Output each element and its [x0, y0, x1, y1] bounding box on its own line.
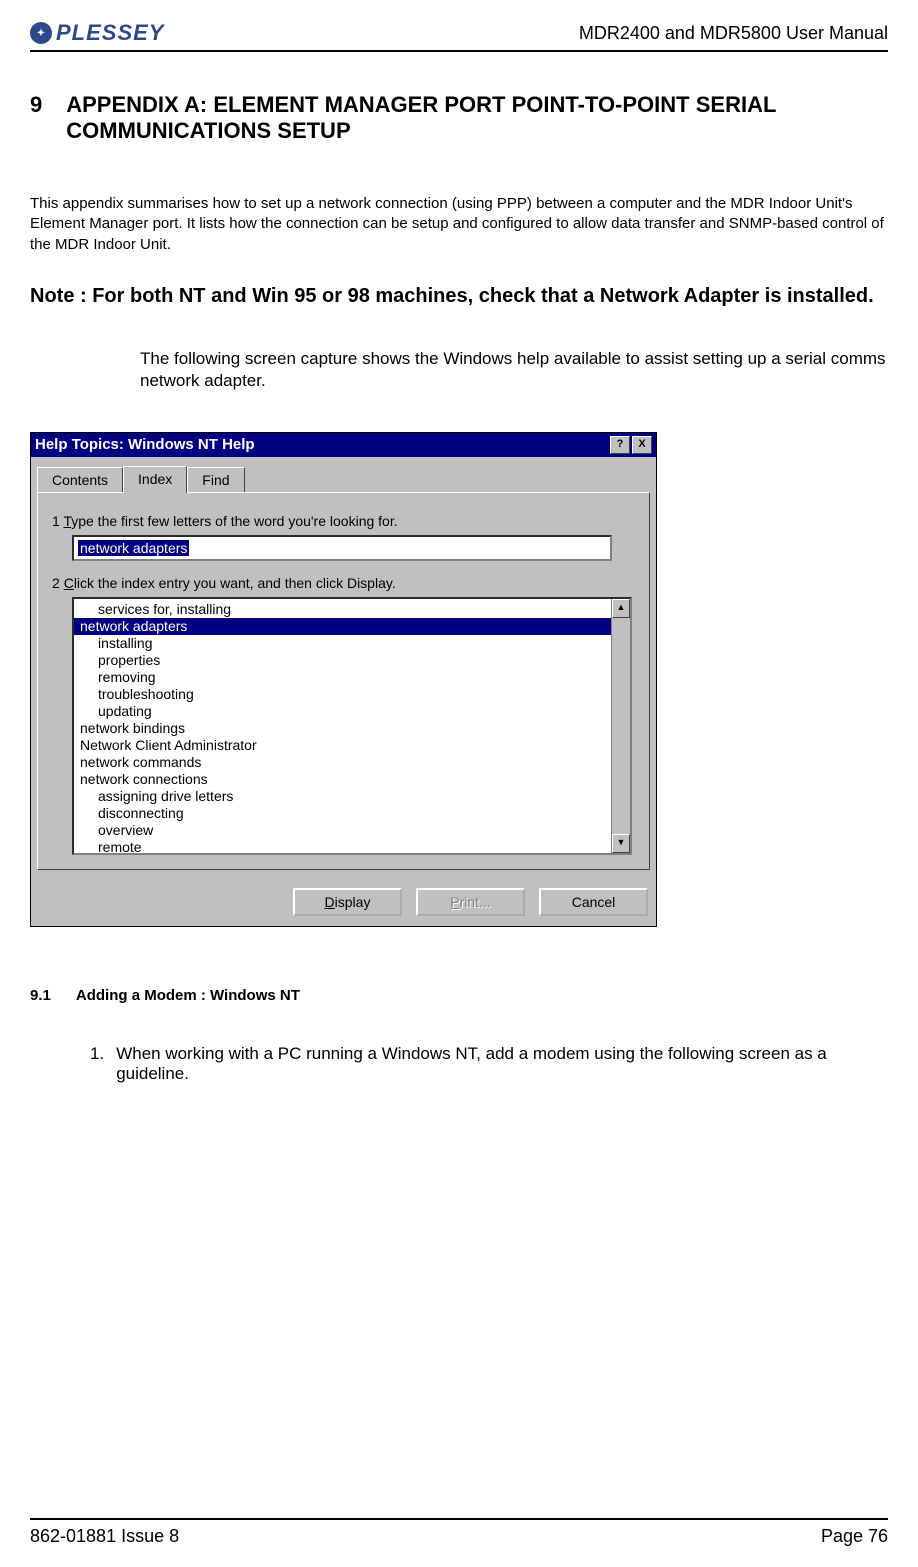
subsection-number: 9.1 [30, 987, 51, 1004]
display-label: isplay [335, 894, 371, 910]
print-hotkey: P [450, 894, 459, 910]
cancel-button[interactable]: Cancel [539, 888, 648, 916]
section-title: APPENDIX A: ELEMENT MANAGER PORT POINT-T… [66, 92, 888, 144]
step-2-hotkey: C [64, 575, 74, 591]
note-heading: Note : For both NT and Win 95 or 98 mach… [30, 285, 888, 308]
list-item[interactable]: assigning drive letters [74, 788, 611, 805]
display-hotkey: D [325, 894, 335, 910]
step-1-text: ype the first few letters of the word yo… [71, 513, 397, 529]
body-paragraph: The following screen capture shows the W… [140, 348, 888, 392]
scroll-up-button[interactable]: ▲ [612, 599, 630, 618]
numbered-list: 1. When working with a PC running a Wind… [90, 1044, 888, 1084]
search-input-value: network adapters [78, 540, 189, 556]
section-number: 9 [30, 92, 42, 144]
footer-right: Page 76 [821, 1526, 888, 1547]
list-item[interactable]: network connections [74, 771, 611, 788]
list-item[interactable]: services for, installing [74, 601, 611, 618]
tab-row: Contents Index Find [31, 457, 656, 492]
list-item-text: When working with a PC running a Windows… [116, 1044, 888, 1084]
step-2-prefix: 2 [52, 575, 64, 591]
tab-find[interactable]: Find [187, 467, 244, 492]
list-item: 1. When working with a PC running a Wind… [90, 1044, 888, 1084]
list-item[interactable]: overview [74, 822, 611, 839]
section-heading: 9 APPENDIX A: ELEMENT MANAGER PORT POINT… [30, 92, 888, 144]
list-item[interactable]: installing [74, 635, 611, 652]
button-row: Display Print... Cancel [31, 876, 656, 926]
help-button[interactable]: ? [610, 436, 630, 454]
step-1-prefix: 1 [52, 513, 63, 529]
help-window: Help Topics: Windows NT Help ? X Content… [30, 432, 657, 927]
list-item[interactable]: Network Client Administrator [74, 737, 611, 754]
list-item[interactable]: network adapters [74, 618, 611, 635]
step-1: 1 Type the first few letters of the word… [52, 513, 635, 529]
index-listbox[interactable]: services for, installingnetwork adapters… [74, 599, 611, 853]
search-input[interactable]: network adapters [72, 535, 612, 561]
list-item[interactable]: removing [74, 669, 611, 686]
print-button[interactable]: Print... [416, 888, 525, 916]
list-item[interactable]: network bindings [74, 720, 611, 737]
display-button[interactable]: Display [293, 888, 402, 916]
list-item[interactable]: updating [74, 703, 611, 720]
scroll-down-button[interactable]: ▼ [612, 834, 630, 853]
page-footer: 862-01881 Issue 8 Page 76 [30, 1518, 888, 1547]
intro-paragraph: This appendix summarises how to set up a… [30, 194, 888, 255]
scrollbar[interactable]: ▲ ▼ [611, 599, 630, 853]
titlebar-buttons: ? X [610, 436, 652, 454]
window-title: Help Topics: Windows NT Help [35, 436, 255, 453]
list-item[interactable]: properties [74, 652, 611, 669]
step-2: 2 Click the index entry you want, and th… [52, 575, 635, 591]
list-item[interactable]: troubleshooting [74, 686, 611, 703]
list-item[interactable]: disconnecting [74, 805, 611, 822]
tab-index[interactable]: Index [123, 466, 187, 493]
tab-panel: 1 Type the first few letters of the word… [37, 492, 650, 870]
list-item[interactable]: network commands [74, 754, 611, 771]
index-list-wrap: services for, installingnetwork adapters… [72, 597, 632, 855]
print-label: rint... [460, 894, 491, 910]
step-2-text: lick the index entry you want, and then … [74, 575, 396, 591]
titlebar: Help Topics: Windows NT Help ? X [31, 433, 656, 457]
logo: ✦ PLESSEY [30, 20, 164, 46]
page-header: ✦ PLESSEY MDR2400 and MDR5800 User Manua… [30, 20, 888, 52]
logo-text: PLESSEY [56, 20, 164, 46]
doc-title: MDR2400 and MDR5800 User Manual [579, 23, 888, 44]
footer-left: 862-01881 Issue 8 [30, 1526, 179, 1547]
subsection-title: Adding a Modem : Windows NT [76, 987, 300, 1004]
list-item-number: 1. [90, 1044, 104, 1084]
close-button[interactable]: X [632, 436, 652, 454]
logo-icon: ✦ [30, 22, 52, 44]
list-item[interactable]: remote [74, 839, 611, 853]
tab-contents[interactable]: Contents [37, 467, 123, 492]
subsection-heading: 9.1 Adding a Modem : Windows NT [30, 987, 888, 1004]
